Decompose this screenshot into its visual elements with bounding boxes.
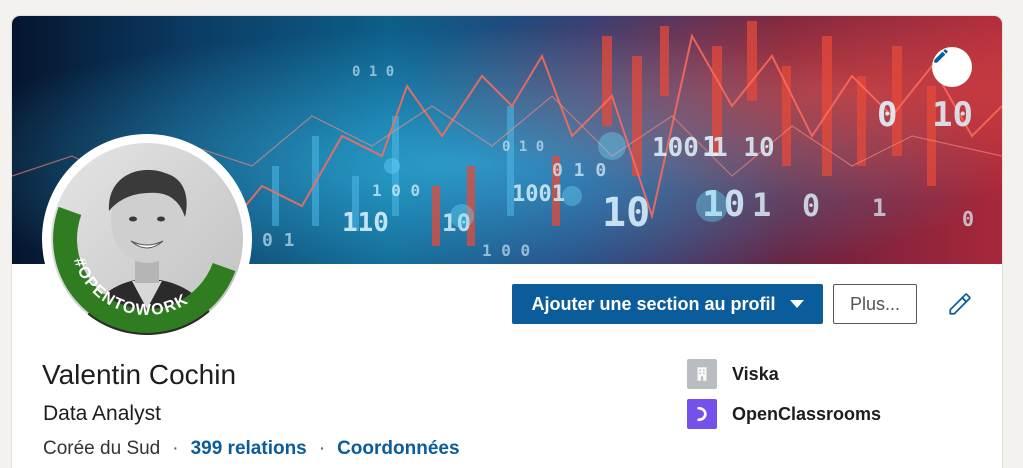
- profile-companies: Viska OpenClassrooms: [687, 359, 881, 439]
- company-name: OpenClassrooms: [732, 403, 882, 424]
- profile-meta: Corée du Sud · 399 relations · Coordonné…: [43, 438, 460, 460]
- profile-name: Valentin Cochin: [42, 359, 237, 390]
- svg-text:1: 1: [872, 194, 886, 222]
- svg-text:10: 10: [932, 95, 973, 135]
- separator-dot: ·: [318, 438, 326, 459]
- svg-text:100: 100: [652, 133, 699, 163]
- company-item-viska[interactable]: Viska: [687, 359, 881, 389]
- profile-card: 1 100 1 10 0 1 0 1 0 1 0 10 1001 110 10 0 …: [12, 16, 1002, 468]
- banner-edit-button[interactable]: [932, 47, 972, 87]
- svg-text:0 1 0: 0 1 0: [502, 139, 544, 155]
- svg-text:0 1 0: 0 1 0: [352, 64, 394, 80]
- svg-text:1001: 1001: [512, 182, 565, 207]
- svg-text:0 1 0: 0 1 0: [552, 160, 606, 181]
- svg-text:0: 0: [802, 189, 820, 224]
- profile-actions: Ajouter une section au profil Plus...: [512, 284, 975, 324]
- more-button[interactable]: Plus...: [833, 284, 917, 324]
- profile-location: Corée du Sud: [43, 438, 161, 459]
- add-profile-section-button[interactable]: Ajouter une section au profil: [512, 284, 823, 324]
- svg-text:1 0 0: 1 0 0: [372, 181, 420, 200]
- company-item-openclassrooms[interactable]: OpenClassrooms: [687, 399, 881, 429]
- edit-intro-button[interactable]: [945, 289, 975, 319]
- building-icon: [687, 359, 717, 389]
- svg-text:1 10: 1 10: [712, 133, 775, 163]
- profile-headline: Data Analyst: [43, 402, 161, 425]
- svg-text:1: 1: [752, 186, 771, 224]
- company-name: Viska: [732, 363, 779, 384]
- contact-info-link[interactable]: Coordonnées: [337, 438, 459, 460]
- avatar: #OPENTOWORK: [51, 143, 243, 337]
- profile-photo[interactable]: #OPENTOWORK: [42, 134, 252, 344]
- connections-link[interactable]: 399 relations: [191, 438, 307, 460]
- svg-text:0 1: 0 1: [262, 230, 295, 251]
- svg-text:10: 10: [602, 190, 650, 236]
- openclassrooms-logo-icon: [687, 399, 717, 429]
- pencil-icon: [934, 49, 948, 63]
- svg-text:0: 0: [877, 95, 897, 135]
- separator-dot: ·: [172, 438, 179, 459]
- caret-down-icon: [789, 300, 804, 308]
- add-profile-section-label: Ajouter une section au profil: [531, 293, 776, 314]
- pencil-icon: [949, 293, 971, 315]
- svg-text:110: 110: [342, 208, 389, 238]
- svg-text:0: 0: [962, 207, 974, 231]
- svg-text:1 0 0: 1 0 0: [482, 241, 530, 260]
